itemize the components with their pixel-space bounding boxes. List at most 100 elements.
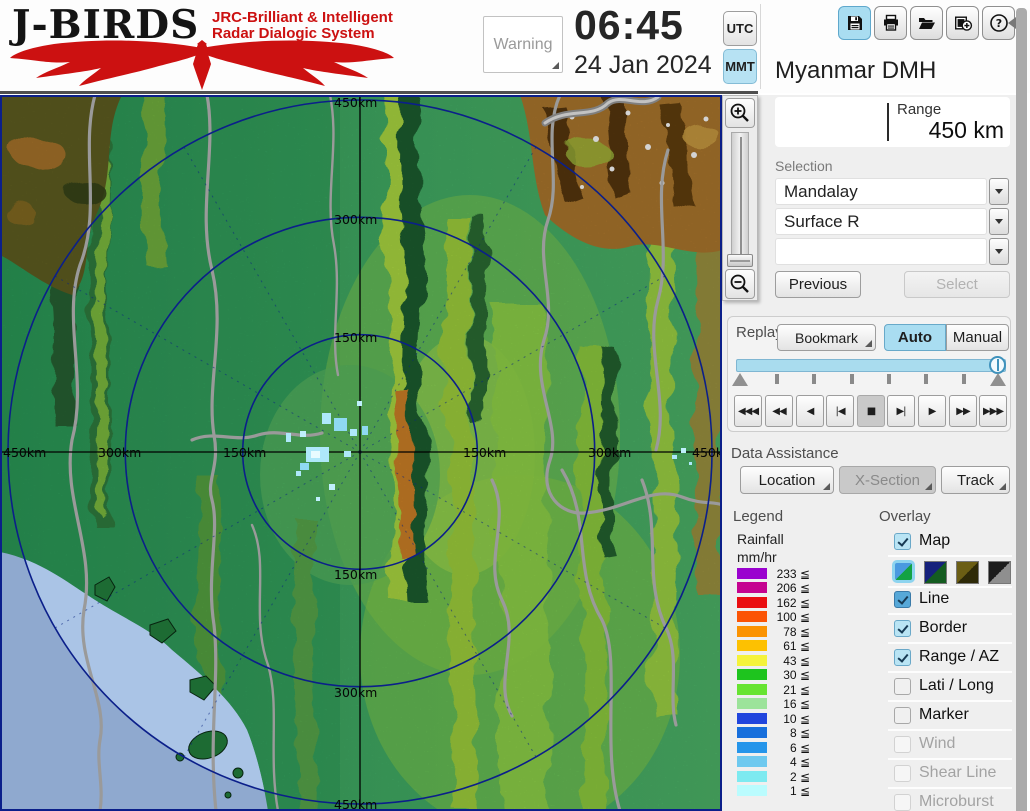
replay-slider-handle[interactable] [989, 356, 1006, 374]
header-divider [0, 91, 758, 94]
legend-label: Legend [733, 508, 783, 525]
overlay-checkbox-range-az[interactable] [894, 649, 911, 666]
save-button[interactable] [838, 6, 871, 40]
svg-text:150km: 150km [463, 445, 506, 460]
previous-button[interactable]: Previous [775, 271, 861, 298]
replay-end-marker[interactable] [990, 373, 1006, 386]
divider [888, 787, 1012, 789]
legend-swatch [737, 597, 767, 608]
map-style-4[interactable] [988, 561, 1011, 584]
utc-button[interactable]: UTC [723, 11, 757, 46]
legend-swatch [737, 626, 767, 637]
legend-swatch [737, 684, 767, 695]
range-value: 450 km [929, 117, 1004, 144]
overlay-checkbox-line[interactable] [894, 591, 911, 608]
overlay-item-lati-long[interactable]: Lati / Long [919, 677, 994, 695]
selection-dropdown-site-arrow[interactable] [989, 178, 1009, 205]
warning-button[interactable]: Warning [483, 16, 563, 73]
legend-swatch [737, 669, 767, 680]
divider [888, 729, 1012, 731]
overlay-checkbox-marker[interactable] [894, 707, 911, 724]
legend-value: 8 ≦ [768, 726, 810, 740]
legend-swatch [737, 640, 767, 651]
bookmark-button[interactable]: Bookmark [777, 324, 876, 351]
location-button[interactable]: Location [740, 466, 834, 494]
zoom-out-button[interactable] [725, 269, 755, 299]
overlay-item-line[interactable]: Line [919, 590, 949, 608]
selection-dropdown-extra[interactable] [775, 238, 987, 265]
legend-swatch [737, 727, 767, 738]
divider [888, 671, 1012, 673]
legend-value: 16 ≦ [768, 697, 810, 711]
overlay-item-range-az[interactable]: Range / AZ [919, 648, 999, 666]
overlay-item-marker[interactable]: Marker [919, 706, 969, 724]
import-image-button[interactable] [946, 6, 979, 40]
legend-swatch [737, 568, 767, 579]
map-style-1[interactable] [892, 560, 915, 583]
map-style-2[interactable] [924, 561, 947, 584]
chevron-down-icon [995, 189, 1003, 194]
slider-handle-line [997, 359, 999, 371]
selection-dropdown-site[interactable]: Mandalay [775, 178, 987, 205]
rewind-button[interactable]: ◀◀ [765, 395, 793, 427]
divider [888, 758, 1012, 760]
zoom-slider-handle[interactable] [727, 254, 753, 267]
selection-dropdown-extra-arrow[interactable] [989, 238, 1009, 265]
panel-collapse-arrow-icon[interactable] [1008, 17, 1016, 29]
panel-splitter-bar[interactable] [1016, 8, 1027, 811]
step-forward-button[interactable]: ▶| [887, 395, 915, 427]
overlay-checkbox-border[interactable] [894, 620, 911, 637]
forward-fast-button[interactable]: ▶▶▶ [979, 395, 1007, 427]
select-button[interactable]: Select [904, 271, 1010, 298]
legend-swatch [737, 742, 767, 753]
replay-slider-track[interactable] [736, 359, 1006, 372]
range-divider [887, 103, 889, 141]
stop-button[interactable]: ■ [857, 395, 885, 427]
selection-dropdown-product[interactable]: Surface R [775, 208, 987, 235]
open-folder-button[interactable] [910, 6, 943, 40]
map-style-3[interactable] [956, 561, 979, 584]
import-image-icon [953, 14, 973, 32]
chevron-down-icon [995, 219, 1003, 224]
zoom-slider-track[interactable] [731, 132, 749, 264]
svg-text:300km: 300km [334, 212, 377, 227]
header-panel-divider [760, 4, 761, 89]
legend-swatch [737, 582, 767, 593]
mmt-button[interactable]: MMT [723, 49, 757, 84]
selection-dropdown-product-arrow[interactable] [989, 208, 1009, 235]
xsection-button[interactable]: X-Section [839, 466, 936, 494]
station-name: Myanmar DMH [775, 57, 936, 85]
legend-value: 21 ≦ [768, 683, 810, 697]
radar-map[interactable]: 450km 300km 150km 150km 300km 450km 450k… [0, 95, 722, 811]
divider [888, 586, 1012, 588]
zoom-in-button[interactable] [725, 98, 755, 128]
overlay-item-map[interactable]: Map [919, 532, 950, 550]
chevron-down-icon [995, 249, 1003, 254]
auto-button[interactable]: Auto [884, 324, 946, 351]
legend-value: 4 ≦ [768, 755, 810, 769]
rewind-fast-button[interactable]: ◀◀◀ [734, 395, 762, 427]
print-button[interactable] [874, 6, 907, 40]
replay-start-marker[interactable] [732, 373, 748, 386]
open-folder-icon [917, 14, 936, 32]
track-button[interactable]: Track [941, 466, 1010, 494]
manual-button[interactable]: Manual [946, 324, 1009, 351]
svg-text:450km: 450km [334, 95, 377, 110]
slider-tick [924, 374, 928, 384]
svg-text:150km: 150km [334, 567, 377, 582]
play-button[interactable]: ▶ [918, 395, 946, 427]
overlay-item-border[interactable]: Border [919, 619, 967, 637]
overlay-checkbox-map[interactable] [894, 533, 911, 550]
play-reverse-button[interactable]: ◀ [796, 395, 824, 427]
legend-swatch [737, 713, 767, 724]
overlay-checkbox-lati-long[interactable] [894, 678, 911, 695]
eagle-logo-icon [8, 38, 396, 90]
overlay-checkbox-shear-line [894, 765, 911, 782]
legend-value: 1 ≦ [768, 784, 810, 798]
forward-button[interactable]: ▶▶ [949, 395, 977, 427]
divider [888, 642, 1012, 644]
legend-value: 206 ≦ [768, 581, 810, 595]
step-back-button[interactable]: |◀ [826, 395, 854, 427]
svg-text:300km: 300km [588, 445, 631, 460]
divider [888, 555, 1012, 557]
